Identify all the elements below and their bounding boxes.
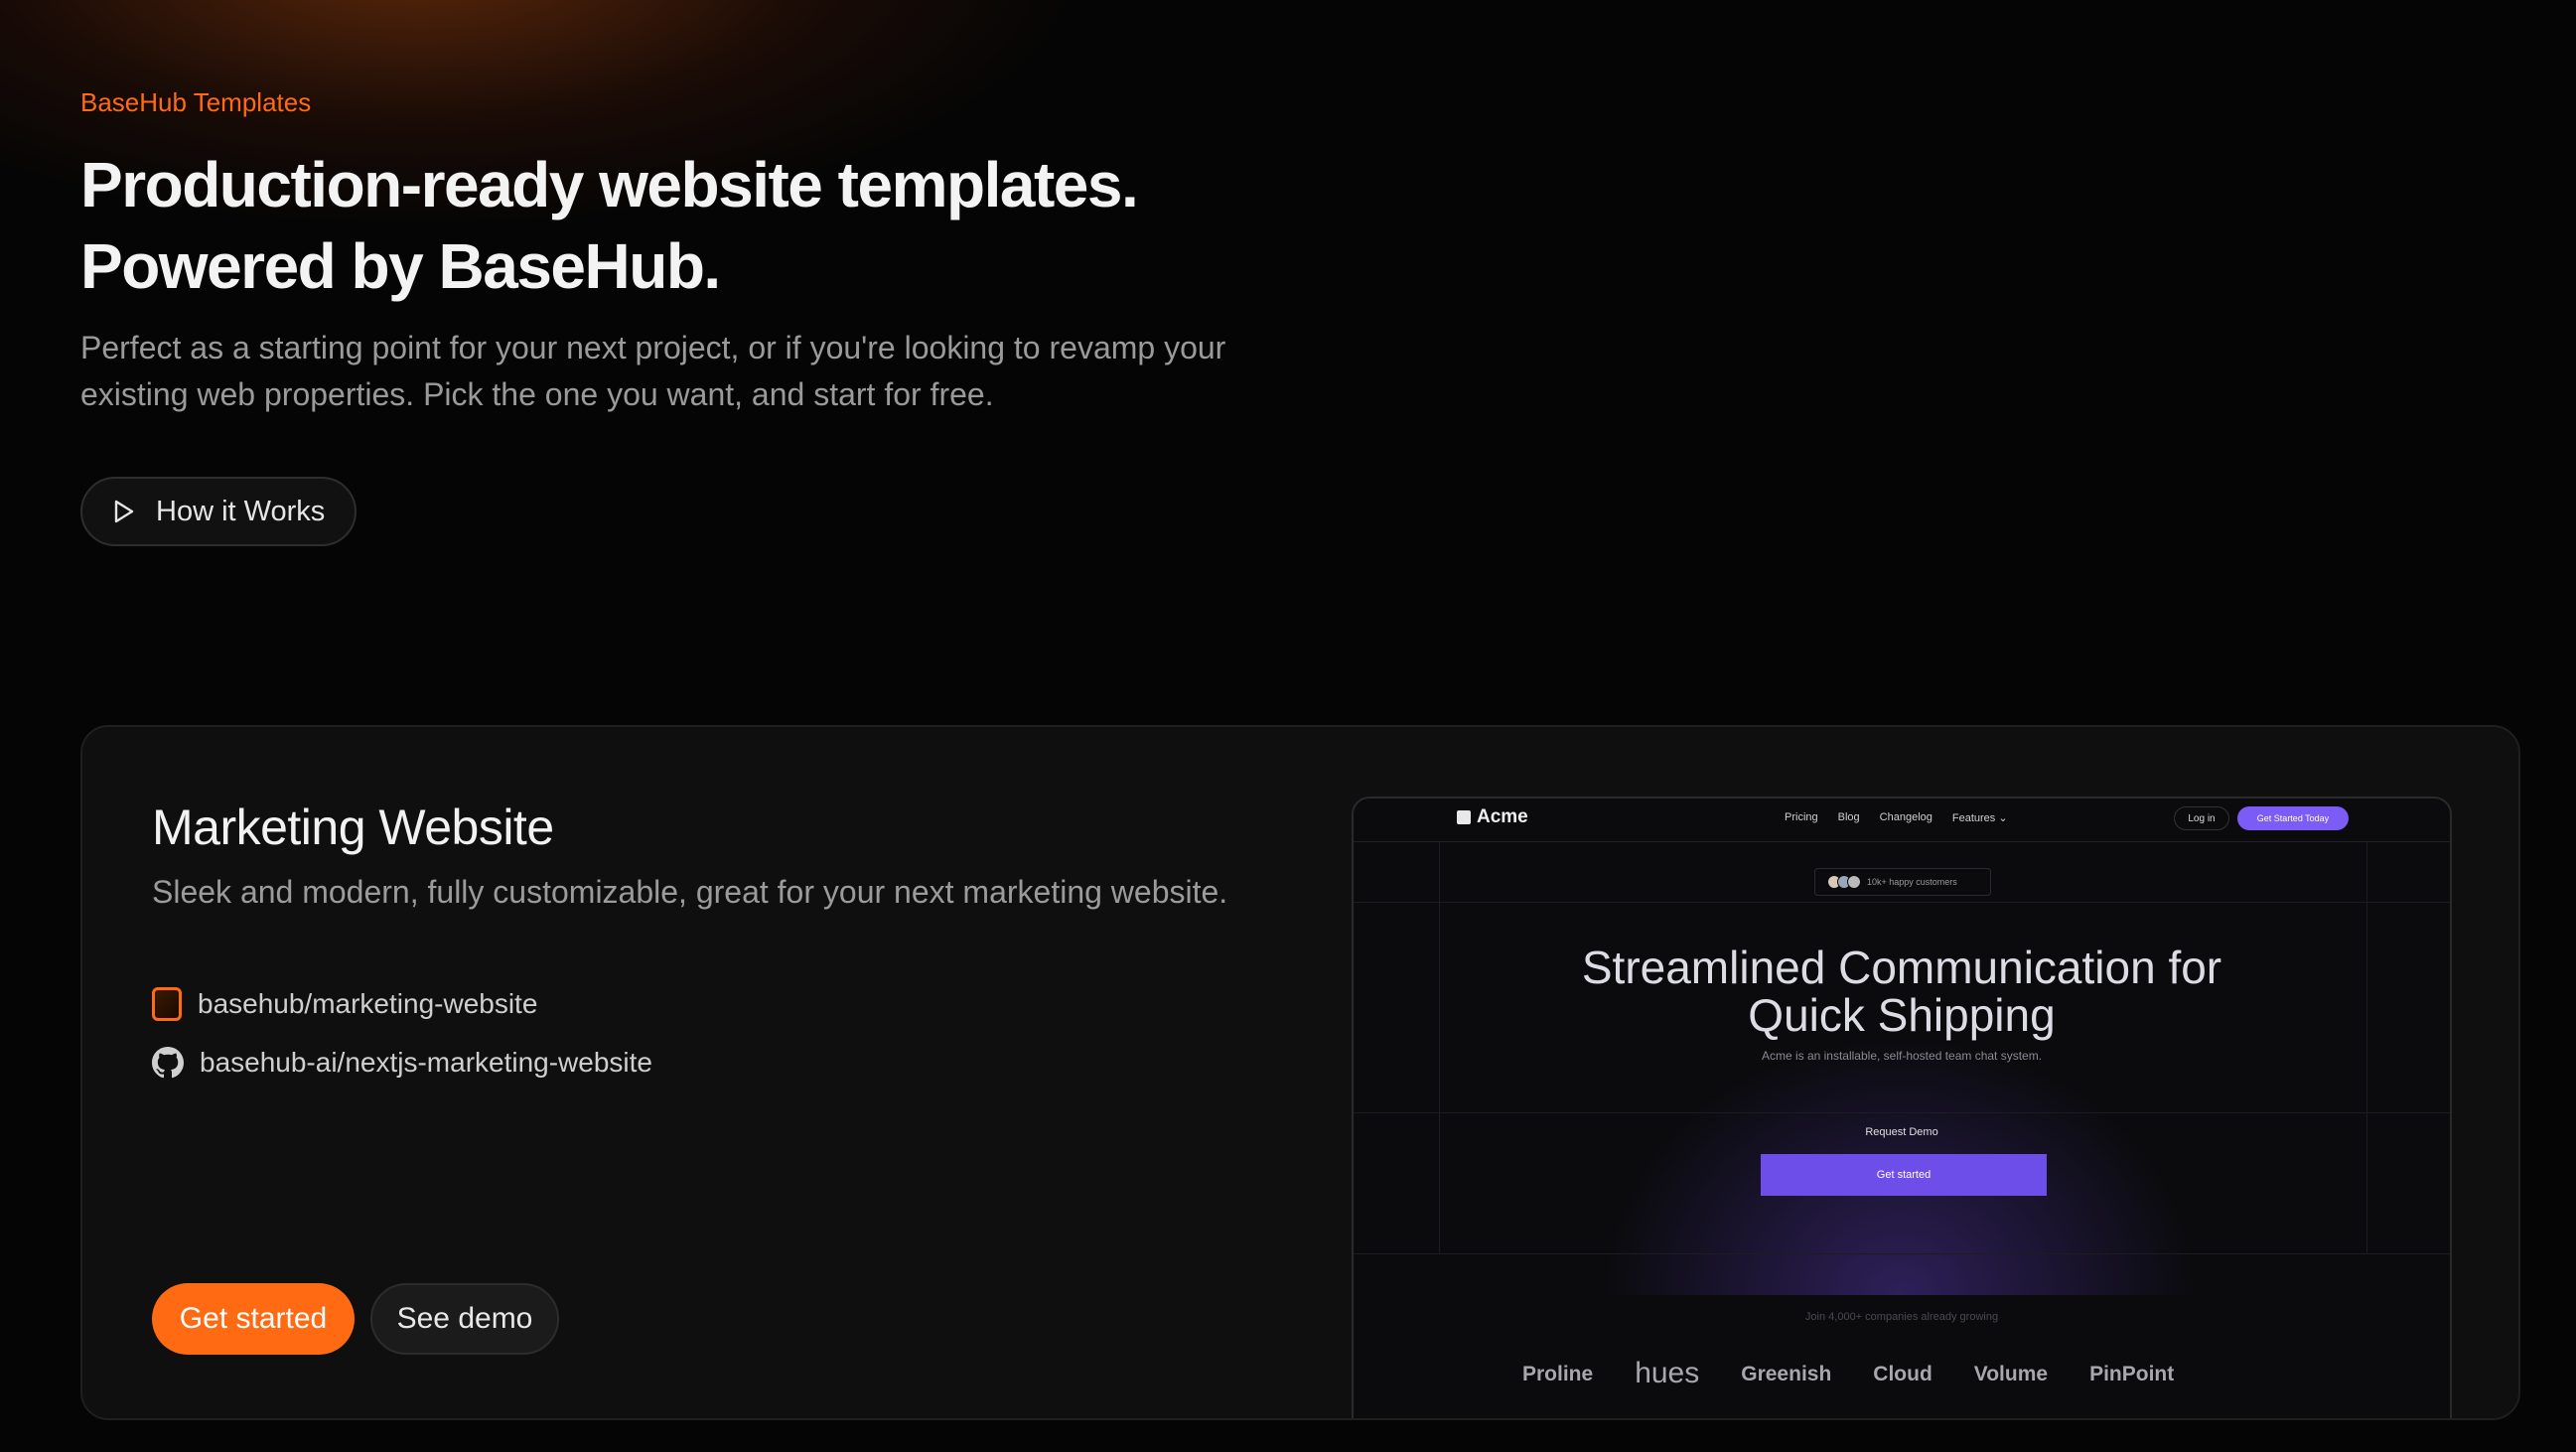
play-icon (114, 500, 134, 523)
preview-subhead: Acme is an installable, self-hosted team… (1761, 1049, 2043, 1063)
github-icon (152, 1047, 184, 1079)
acme-logo-icon (1457, 810, 1471, 824)
github-repo-link[interactable]: basehub-ai/nextjs-marketing-website (152, 1047, 652, 1079)
preview-avatars (1827, 875, 1861, 889)
card-title: Marketing Website (152, 799, 554, 855)
eyebrow-label: BaseHub Templates (80, 87, 312, 117)
preview-logo-strip: Proline hues Greenish Cloud Volume PinPo… (1522, 1357, 2175, 1390)
how-it-works-button[interactable]: How it Works (80, 477, 357, 546)
hero-section: BaseHub Templates Production-ready websi… (80, 87, 1371, 418)
page-title: Production-ready website templates. Powe… (80, 144, 1371, 307)
greenish-logo: Greenish (1741, 1363, 1832, 1385)
preview-headline-line-1: Streamlined Communication for (1581, 942, 2222, 993)
hero-subtitle: Perfect as a starting point for your nex… (80, 330, 1226, 412)
avatar (1847, 875, 1861, 889)
preview-cta-button: Get Started Today (2237, 806, 2349, 830)
cloud-logo: Cloud (1873, 1363, 1932, 1385)
preview-get-started-button: Get started (1761, 1154, 2047, 1196)
preview-nav-links: Pricing Blog Changelog Features ⌄ (1785, 811, 2008, 824)
template-card: Marketing Website Sleek and modern, full… (80, 725, 2520, 1420)
preview-grid-line (1354, 902, 2450, 903)
preview-join-text: Join 4,000+ companies already growing (1804, 1311, 1999, 1323)
preview-logo: Acme (1457, 806, 1528, 828)
preview-headline-line-2: Quick Shipping (1748, 989, 2056, 1041)
preview-grid-line (2366, 842, 2367, 1253)
template-preview[interactable]: Acme Pricing Blog Changelog Features ⌄ L… (1352, 797, 2452, 1418)
headline-line-1: Production-ready website templates. (80, 149, 1139, 220)
volume-logo: Volume (1973, 1363, 2049, 1385)
preview-nav-blog: Blog (1837, 811, 1860, 823)
proline-logo: Proline (1522, 1363, 1594, 1385)
preview-navbar: Acme Pricing Blog Changelog Features ⌄ L… (1354, 799, 2450, 842)
preview-nav-features: Features ⌄ (1951, 812, 2008, 824)
preview-headline: Streamlined Communication for Quick Ship… (1354, 944, 2450, 1039)
preview-customers-badge: 10k+ happy customers (1814, 868, 1991, 896)
how-it-works-label: How it Works (156, 495, 326, 527)
card-description: Sleek and modern, fully customizable, gr… (152, 874, 1228, 910)
preview-grid-line (1354, 1112, 2450, 1113)
get-started-button[interactable]: Get started (152, 1283, 355, 1355)
hues-logo: hues (1635, 1357, 1700, 1389)
preview-logo-text: Acme (1477, 806, 1528, 827)
preview-badge-text: 10k+ happy customers (1867, 877, 1957, 887)
preview-grid-line (1354, 1253, 2450, 1254)
preview-nav-changelog: Changelog (1879, 811, 1932, 823)
basehub-icon (152, 987, 182, 1021)
preview-nav-pricing: Pricing (1785, 811, 1818, 823)
github-repo-label: basehub-ai/nextjs-marketing-website (200, 1047, 652, 1078)
preview-login-button: Log in (2174, 806, 2229, 830)
basehub-repo-link[interactable]: basehub/marketing-website (152, 987, 537, 1021)
preview-request-demo: Request Demo (1865, 1126, 1938, 1138)
see-demo-button[interactable]: See demo (370, 1283, 559, 1355)
headline-line-2: Powered by BaseHub. (80, 230, 721, 302)
preview-grid-line (1439, 842, 1440, 1253)
pinpoint-logo: PinPoint (2089, 1363, 2175, 1385)
basehub-repo-label: basehub/marketing-website (198, 988, 538, 1019)
